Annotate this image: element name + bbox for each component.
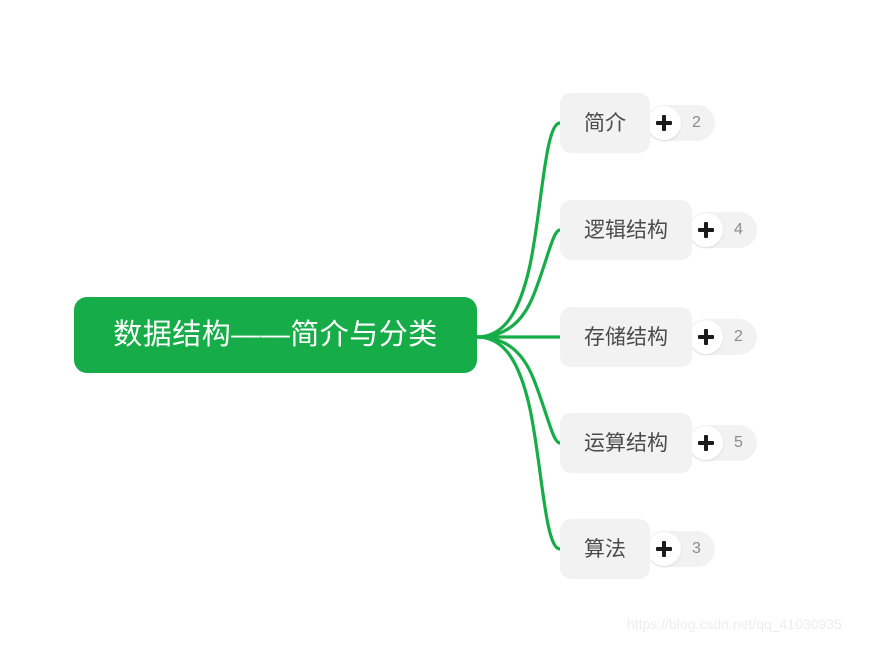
plus-icon xyxy=(698,329,714,345)
branch-node-box[interactable]: 存储结构 xyxy=(560,307,692,367)
child-count: 2 xyxy=(692,114,701,131)
expand-button[interactable] xyxy=(689,320,723,354)
branch-node-box[interactable]: 运算结构 xyxy=(560,413,692,473)
plus-icon xyxy=(656,115,672,131)
connector-to-child-3 xyxy=(475,335,562,445)
branch-node-box[interactable]: 算法 xyxy=(560,519,650,579)
plus-icon xyxy=(698,435,714,451)
branch-node-label: 算法 xyxy=(584,537,626,561)
expand-badge[interactable]: 2 xyxy=(688,319,757,355)
expand-badge[interactable]: 4 xyxy=(688,212,757,248)
child-count: 3 xyxy=(692,540,701,557)
expand-badge[interactable]: 2 xyxy=(646,105,715,141)
mindmap-canvas[interactable]: 数据结构——简介与分类 简介 2 逻辑结构 4 存储结构 2 运算结构 5 算法… xyxy=(0,0,869,648)
expand-badge[interactable]: 5 xyxy=(688,425,757,461)
branch-node-label: 简介 xyxy=(584,111,626,135)
expand-button[interactable] xyxy=(689,213,723,247)
branch-node-存储结构[interactable]: 存储结构 2 xyxy=(560,307,757,367)
branch-node-算法[interactable]: 算法 3 xyxy=(560,519,715,579)
connector-to-child-1 xyxy=(475,228,562,339)
connector-to-child-0 xyxy=(475,121,562,339)
branch-node-逻辑结构[interactable]: 逻辑结构 4 xyxy=(560,200,757,260)
child-count: 2 xyxy=(734,328,743,345)
plus-icon xyxy=(698,222,714,238)
branch-node-box[interactable]: 逻辑结构 xyxy=(560,200,692,260)
plus-icon xyxy=(656,541,672,557)
branch-node-label: 运算结构 xyxy=(584,431,668,455)
expand-badge[interactable]: 3 xyxy=(646,531,715,567)
branch-node-简介[interactable]: 简介 2 xyxy=(560,93,715,153)
branch-node-box[interactable]: 简介 xyxy=(560,93,650,153)
child-count: 5 xyxy=(734,434,743,451)
child-count: 4 xyxy=(734,221,743,238)
branch-node-label: 逻辑结构 xyxy=(584,218,668,242)
connector-to-child-4 xyxy=(475,335,562,551)
watermark: https://blog.csdn.net/qq_41030935 xyxy=(627,616,842,632)
expand-button[interactable] xyxy=(647,106,681,140)
expand-button[interactable] xyxy=(647,532,681,566)
branch-node-运算结构[interactable]: 运算结构 5 xyxy=(560,413,757,473)
branch-node-label: 存储结构 xyxy=(584,325,668,349)
expand-button[interactable] xyxy=(689,426,723,460)
root-node[interactable]: 数据结构——简介与分类 xyxy=(74,297,477,373)
root-node-label: 数据结构——简介与分类 xyxy=(113,318,438,351)
